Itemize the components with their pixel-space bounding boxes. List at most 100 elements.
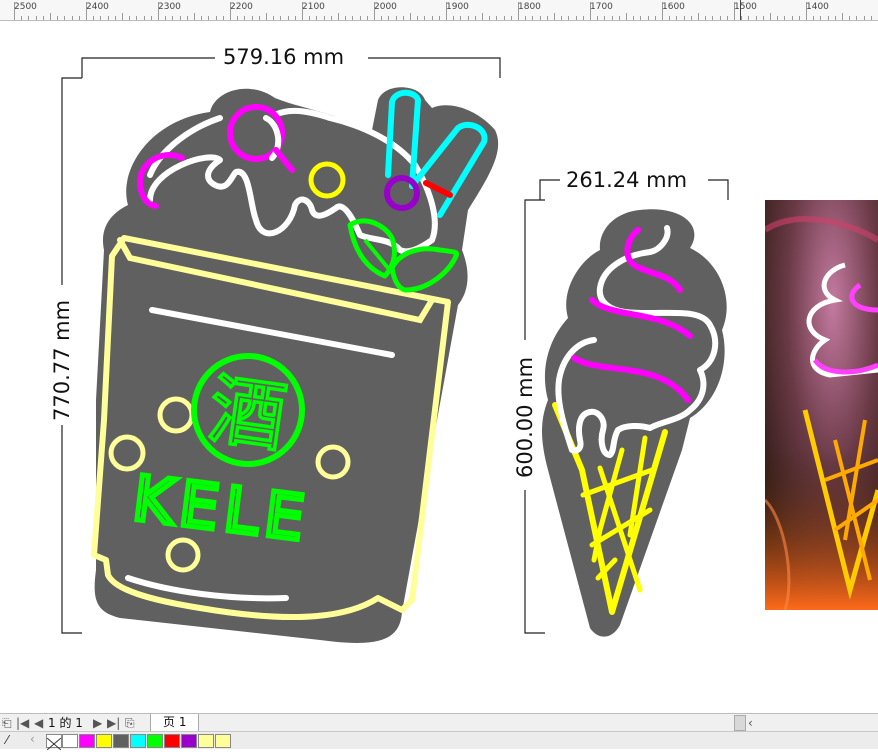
ruler-tick [338,13,339,20]
prev-page-icon[interactable]: ◀ [34,715,43,731]
ruler-tick [734,2,735,20]
ruler-tick [316,16,318,20]
ruler-tick [705,16,707,20]
ruler-tick [294,16,296,20]
ruler-tick [352,16,354,20]
ruler-tick [395,16,397,20]
scroll-left-icon[interactable]: ‹ [748,715,753,731]
ruler-tick [834,16,836,20]
ruler-tick [402,16,404,20]
ruler-tick [870,16,872,20]
ruler-label: 2400 [86,2,109,12]
no-color-swatch[interactable] [46,734,62,751]
ruler-tick [813,16,815,20]
ruler-tick [489,16,491,20]
next-page-icon[interactable]: ▶ [93,715,102,731]
last-page-icon[interactable]: ▶| [107,715,120,731]
ruler-label: 2200 [230,2,253,12]
color-swatch[interactable] [130,734,146,748]
cup-width-label: 579.16 mm [223,45,345,69]
ruler-tick [467,16,469,20]
ruler-tick [35,16,37,20]
ruler-tick [71,16,73,20]
color-swatch[interactable] [113,734,129,748]
ruler-tick [539,16,541,20]
add-page-before-icon[interactable]: ⎗ [2,715,12,731]
page-navigation-bar: ⎗ |◀ ◀ 1 的 1 ▶ ▶| ⎘ 页 1 ‹ [0,713,878,732]
ruler-tick [626,13,627,20]
color-swatch[interactable] [215,734,231,748]
ruler-tick [690,16,692,20]
ruler-label: 2500 [14,2,37,12]
ruler-tick [827,16,829,20]
ruler-tick [532,16,534,20]
no-color-icon [46,737,62,751]
cup-logo-char: 酒 [204,364,292,463]
ruler-tick [222,16,224,20]
reference-photo[interactable] [765,200,878,610]
ruler-tick [446,2,447,20]
color-swatch[interactable] [147,734,163,748]
cone-height-label: 600.00 mm [513,356,537,478]
first-page-icon[interactable]: |◀ [16,715,29,731]
ruler-tick [237,16,239,20]
palette-scroll-left-icon[interactable]: ‹ [30,732,35,746]
ruler-tick [244,16,246,20]
ruler-tick [215,16,217,20]
horizontal-scrollbar[interactable] [734,715,746,731]
ruler-tick [770,13,771,20]
ruler-tick [546,16,548,20]
ruler-tick [417,16,419,20]
ruler-tick [410,13,411,20]
page-counter: 1 的 1 [48,716,83,730]
ruler-tick [86,2,87,20]
ruler-tick [698,13,699,20]
ruler-tick [230,2,231,20]
ruler-label: 1400 [806,2,829,12]
ruler-tick [482,13,483,20]
cone-width-label: 261.24 mm [566,168,688,192]
ruler-tick [633,16,635,20]
ruler-tick [618,16,620,20]
ruler-tick [388,16,390,20]
ruler-tick [647,16,649,20]
eyedropper-icon[interactable]: ⁄ [6,733,8,747]
color-swatch[interactable] [79,734,95,748]
ruler-tick [762,16,764,20]
ruler-tick [21,16,23,20]
ruler-tick [42,16,44,20]
ruler-label: 1800 [518,2,541,12]
ruler-tick [748,16,750,20]
ruler-tick [122,13,123,20]
ruler-tick [525,16,527,20]
ruler-tick [496,16,498,20]
color-swatch[interactable] [96,734,112,748]
ruler-tick [820,16,822,20]
color-swatch[interactable] [62,734,78,748]
drawing-canvas[interactable]: 酒 KELE 579.16 mm 770.77 mm 261.24 mm 600… [0,21,878,713]
tab-page-1[interactable]: 页 1 [150,714,200,732]
ruler-tick [78,16,80,20]
ruler-tick [143,16,145,20]
cup-height-label: 770.77 mm [50,299,74,421]
color-swatch[interactable] [164,734,180,748]
ruler-tick [150,16,152,20]
ruler-tick [345,16,347,20]
ruler-tick [136,16,138,20]
color-swatch[interactable] [181,734,197,748]
ruler-tick [366,16,368,20]
ruler-tick [57,16,59,20]
horizontal-ruler[interactable]: 2500 2400 2300 2200 2100 2000 1900 1800 … [0,0,878,21]
ruler-tick [431,16,433,20]
artwork-svg: 酒 KELE [61,57,729,643]
ruler-tick [28,16,30,20]
ruler-tick [654,16,656,20]
add-page-after-icon[interactable]: ⎘ [125,715,135,731]
cup-sign: 酒 KELE [91,87,499,643]
ruler-tick [172,16,174,20]
ruler-tick [64,16,66,20]
ruler-tick [251,16,253,20]
ruler-tick [842,13,843,20]
color-swatch[interactable] [198,734,214,748]
ruler-tick [302,2,303,20]
